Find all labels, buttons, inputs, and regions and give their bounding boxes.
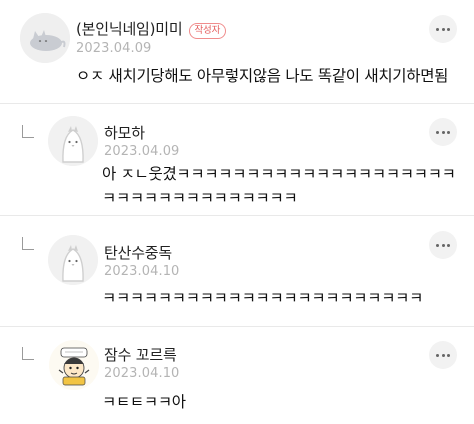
comment-text: 아 ㅈㄴ웃겼ㅋㅋㅋㅋㅋㅋㅋㅋㅋㅋㅋㅋㅋㅋㅋㅋㅋㅋㅋㅋㅋㅋㅋㅋㅋㅋㅋㅋㅋㅋㅋㅋㅋㅋ — [102, 165, 456, 207]
avatar[interactable] — [48, 235, 98, 285]
more-icon — [436, 27, 450, 31]
comment-author[interactable]: 탄산수중독 — [104, 242, 172, 263]
comment-text: ㅇㅈ 새치기당해도 아무렇지않음 나도 똑같이 새치기하면됨 — [76, 67, 449, 85]
comment-item: 하모하 2023.04.09 아 ㅈㄴ웃겼ㅋㅋㅋㅋㅋㅋㅋㅋㅋㅋㅋㅋㅋㅋㅋㅋㅋㅋㅋ… — [0, 104, 474, 214]
comment-author[interactable]: (본인닉네임)미미 작성자 — [76, 18, 227, 39]
more-icon — [436, 243, 450, 247]
comment-item: (본인닉네임)미미 작성자 2023.04.09 ㅇㅈ 새치기당해도 아무렇지않음… — [0, 0, 474, 94]
cartoon-character-icon — [49, 340, 99, 390]
comment-thread: (본인닉네임)미미 작성자 2023.04.09 ㅇㅈ 새치기당해도 아무렇지않음… — [0, 0, 474, 424]
more-icon — [436, 353, 450, 357]
comment-author[interactable]: 잠수 꼬르륵 — [104, 344, 177, 365]
author-badge: 작성자 — [188, 23, 227, 39]
more-options-button[interactable] — [429, 118, 457, 146]
comment-item: 잠수 꼬르륵 2023.04.10 ㅋㅌㅌㅋㅋ아 — [0, 327, 474, 424]
cat-icon — [20, 13, 70, 63]
comment-date: 2023.04.09 — [76, 41, 152, 56]
reply-arrow-icon — [22, 125, 34, 138]
avatar[interactable] — [49, 340, 99, 390]
avatar[interactable] — [48, 116, 98, 166]
author-name[interactable]: (본인닉네임)미미 — [76, 20, 183, 38]
avatar[interactable] — [20, 13, 70, 63]
comment-date: 2023.04.10 — [104, 264, 180, 279]
comment-author[interactable]: 하모하 — [104, 122, 145, 143]
more-options-button[interactable] — [429, 231, 457, 259]
reply-arrow-icon — [22, 237, 34, 250]
more-options-button[interactable] — [429, 15, 457, 43]
comment-item: 탄산수중독 2023.04.10 ㅋㅋㅋㅋㅋㅋㅋㅋㅋㅋㅋㅋㅋㅋㅋㅋㅋㅋㅋㅋㅋㅋㅋ — [0, 216, 474, 322]
reply-arrow-icon — [22, 347, 34, 360]
comment-text: ㅋㅌㅌㅋㅋ아 — [102, 393, 186, 411]
comment-date: 2023.04.09 — [104, 144, 180, 159]
more-icon — [436, 130, 450, 134]
comment-text: ㅋㅋㅋㅋㅋㅋㅋㅋㅋㅋㅋㅋㅋㅋㅋㅋㅋㅋㅋㅋㅋㅋㅋ — [102, 289, 424, 307]
penguin-icon — [48, 116, 98, 166]
more-options-button[interactable] — [429, 341, 457, 369]
penguin-icon — [48, 235, 98, 285]
comment-date: 2023.04.10 — [104, 366, 180, 381]
